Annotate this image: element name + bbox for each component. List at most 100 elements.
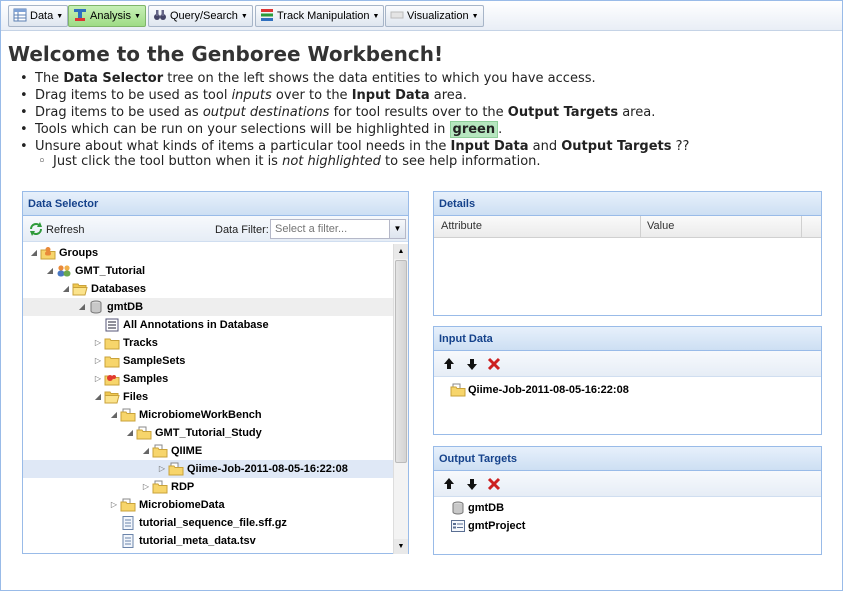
- data-filter-combo[interactable]: [270, 219, 406, 239]
- instruction-text: inputs: [231, 88, 272, 103]
- folder-file-icon: [136, 426, 152, 440]
- collapsed-arrow-icon[interactable]: ▷: [157, 460, 167, 478]
- scroll-up-arrow-icon[interactable]: ▲: [394, 244, 408, 259]
- tree-node[interactable]: ▷ SampleSets: [23, 352, 393, 370]
- instruction-text: Tools which can be run on your selection…: [35, 122, 450, 137]
- folder-open-icon: [104, 390, 120, 404]
- chevron-down-icon: ▼: [372, 13, 380, 20]
- instruction-text: The: [35, 71, 64, 86]
- tree-node-label: GMT_Tutorial: [75, 265, 146, 277]
- tree-node[interactable]: tutorial_sequence_file.sff.gz: [23, 514, 393, 532]
- tree-node-label: Tracks: [123, 337, 158, 349]
- collapsed-arrow-icon[interactable]: ▷: [141, 478, 151, 496]
- folder-icon: [104, 336, 120, 350]
- move-up-icon[interactable]: [442, 477, 456, 491]
- output-targets-toolbar: [434, 471, 821, 497]
- tree-node[interactable]: ◢ GMT_Tutorial_Study: [23, 424, 393, 442]
- samples-icon: [104, 372, 120, 386]
- tree-scrollbar[interactable]: ▲ ▼: [393, 244, 408, 554]
- move-down-icon[interactable]: [465, 477, 479, 491]
- folder-file-icon: [152, 444, 168, 458]
- tree-node-label: Databases: [91, 283, 147, 295]
- chevron-down-icon: ▼: [240, 13, 248, 20]
- collapsed-arrow-icon[interactable]: ▷: [93, 370, 103, 388]
- table-icon: [13, 8, 27, 22]
- scroll-down-arrow-icon[interactable]: ▼: [394, 539, 408, 554]
- instruction-text: ??: [671, 139, 690, 154]
- data-selector-panel: Data Selector Refresh Data Filter: ▼ ◢ Gr…: [22, 191, 409, 554]
- instruction-item: Unsure about what kinds of items a parti…: [20, 138, 830, 155]
- scrollbar-thumb[interactable]: [395, 260, 407, 463]
- annotations-icon: [104, 318, 120, 332]
- tree-node[interactable]: ◢ Databases: [23, 280, 393, 298]
- refresh-button[interactable]: Refresh: [28, 222, 85, 236]
- tree-node[interactable]: All Annotations in Database: [23, 316, 393, 334]
- instruction-text: tree on the left shows the data entities…: [163, 71, 596, 86]
- tree-node[interactable]: ▷ RDP: [23, 478, 393, 496]
- remove-icon[interactable]: [487, 357, 501, 371]
- tree-node-label: GMT_Tutorial_Study: [155, 427, 262, 439]
- tree-node[interactable]: ◢ Groups: [23, 244, 393, 262]
- chevron-down-icon: ▼: [471, 13, 479, 20]
- input-data-panel: Input Data Qiime-Job-2011-08-05-16:22:08: [433, 326, 822, 435]
- folder-file-icon: [120, 408, 136, 422]
- tree-node-label: tutorial_meta_data.tsv: [139, 535, 256, 547]
- tree-node-label: Files: [123, 391, 149, 403]
- instruction-text: output destinations: [202, 105, 330, 120]
- value-column-header[interactable]: Value: [647, 220, 674, 232]
- data-menu-button[interactable]: Data ▼: [8, 5, 69, 27]
- output-targets-panel: Output Targets gmtDB gmtProject: [433, 446, 822, 555]
- tree-node[interactable]: ▷ MicrobiomeData: [23, 496, 393, 514]
- instruction-text: Input Data: [351, 88, 430, 103]
- collapsed-arrow-icon[interactable]: ▷: [109, 496, 119, 514]
- tree-node[interactable]: ◢ MicrobiomeWorkBench: [23, 406, 393, 424]
- details-panel: Details Attribute Value: [433, 191, 822, 316]
- tree-node-label: SampleSets: [123, 355, 186, 367]
- query-search-menu-label: Query/Search: [170, 10, 238, 22]
- expanded-arrow-icon[interactable]: ◢: [141, 442, 151, 460]
- project-icon: [450, 519, 466, 533]
- remove-icon[interactable]: [487, 477, 501, 491]
- tree-node[interactable]: ◢ gmtDB: [23, 298, 393, 316]
- database-icon: [450, 501, 466, 515]
- data-filter-label: Data Filter:: [215, 224, 269, 236]
- details-title: Details: [434, 192, 821, 216]
- expanded-arrow-icon[interactable]: ◢: [109, 406, 119, 424]
- tree-node[interactable]: tutorial_meta_data.tsv: [23, 532, 393, 550]
- instruction-item: Tools which can be run on your selection…: [20, 121, 830, 138]
- chevron-down-icon: ▼: [133, 13, 141, 20]
- expanded-arrow-icon[interactable]: ◢: [93, 388, 103, 406]
- refresh-label: Refresh: [46, 224, 85, 236]
- tree-node[interactable]: ◢ Files: [23, 388, 393, 406]
- visualization-menu-button[interactable]: Visualization ▼: [385, 5, 484, 27]
- analysis-menu-button[interactable]: Analysis ▼: [68, 5, 146, 27]
- expanded-arrow-icon[interactable]: ◢: [45, 262, 55, 280]
- instruction-text: Just click the tool button when it is: [53, 154, 283, 169]
- collapsed-arrow-icon[interactable]: ▷: [93, 352, 103, 370]
- tree-node[interactable]: ◢ QIIME: [23, 442, 393, 460]
- analysis-icon: [74, 9, 86, 21]
- tree-node[interactable]: ▷ Samples: [23, 370, 393, 388]
- instruction-text: for tool results over to the: [329, 105, 508, 120]
- expanded-arrow-icon[interactable]: ◢: [125, 424, 135, 442]
- group-icon: [56, 264, 72, 278]
- collapsed-arrow-icon[interactable]: ▷: [93, 334, 103, 352]
- tree-node[interactable]: ▷ Qiime-Job-2011-08-05-16:22:08: [23, 460, 393, 478]
- track-manipulation-menu-button[interactable]: Track Manipulation ▼: [255, 5, 385, 27]
- query-search-menu-button[interactable]: Query/Search ▼: [148, 5, 253, 27]
- tree-node-label: MicrobiomeData: [139, 499, 225, 511]
- move-down-icon[interactable]: [465, 357, 479, 371]
- chevron-down-icon[interactable]: ▼: [389, 219, 406, 239]
- refresh-icon: [30, 222, 42, 236]
- expanded-arrow-icon[interactable]: ◢: [77, 298, 87, 316]
- attribute-column-header[interactable]: Attribute: [441, 220, 482, 232]
- tree-node[interactable]: ◢ GMT_Tutorial: [23, 262, 393, 280]
- instruction-item: The Data Selector tree on the left shows…: [20, 70, 830, 87]
- instruction-text: Drag items to be used as: [35, 105, 203, 120]
- instruction-item: Drag items to be used as output destinat…: [20, 104, 830, 121]
- expanded-arrow-icon[interactable]: ◢: [29, 244, 39, 262]
- tree-node[interactable]: ▷ Tracks: [23, 334, 393, 352]
- move-up-icon[interactable]: [442, 357, 456, 371]
- expanded-arrow-icon[interactable]: ◢: [61, 280, 71, 298]
- instruction-text: .: [498, 122, 503, 137]
